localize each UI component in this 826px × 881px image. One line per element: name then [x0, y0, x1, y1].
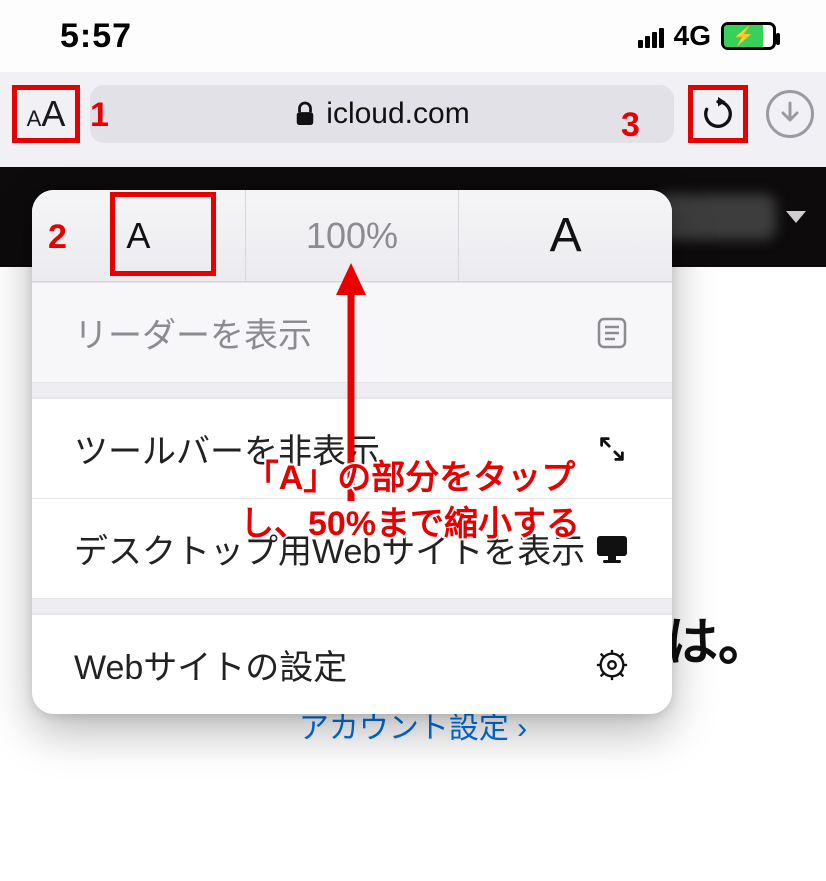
address-bar: AA icloud.com — [0, 72, 826, 167]
battery-icon: ⚡ — [721, 22, 776, 50]
menu-label: Webサイトの設定 — [74, 640, 347, 689]
cellular-signal-icon — [638, 24, 664, 48]
lock-icon — [294, 101, 316, 127]
reader-icon — [594, 315, 630, 351]
reload-icon — [701, 97, 735, 131]
status-indicators: 4G ⚡ — [638, 20, 776, 52]
zoom-in-button[interactable]: A — [459, 190, 672, 281]
annotation-text: 「A」の部分をタップ し、50%まで縮小する — [200, 456, 620, 548]
download-icon — [779, 101, 801, 127]
charging-bolt-icon: ⚡ — [732, 27, 754, 45]
menu-separator — [32, 598, 672, 614]
redacted-text — [656, 194, 776, 240]
menu-label: リーダーを表示 — [74, 308, 312, 357]
downloads-button[interactable] — [766, 90, 814, 138]
annotation-number-3: 3 — [621, 106, 640, 145]
chevron-down-icon — [786, 211, 806, 223]
status-time: 5:57 — [60, 17, 132, 56]
annotation-number-1: 1 — [90, 96, 109, 135]
url-field[interactable]: icloud.com — [90, 85, 674, 143]
text-size-button[interactable]: AA — [12, 85, 80, 143]
annotation-box-2 — [110, 192, 216, 276]
reload-button[interactable] — [688, 85, 748, 143]
gear-icon — [594, 647, 630, 683]
text-size-icon: AA — [27, 93, 66, 135]
status-bar: 5:57 4G ⚡ — [0, 0, 826, 72]
website-settings-item[interactable]: Webサイトの設定 — [32, 614, 672, 714]
url-domain: icloud.com — [326, 97, 469, 131]
annotation-number-2: 2 — [48, 218, 67, 257]
network-type: 4G — [674, 20, 711, 52]
